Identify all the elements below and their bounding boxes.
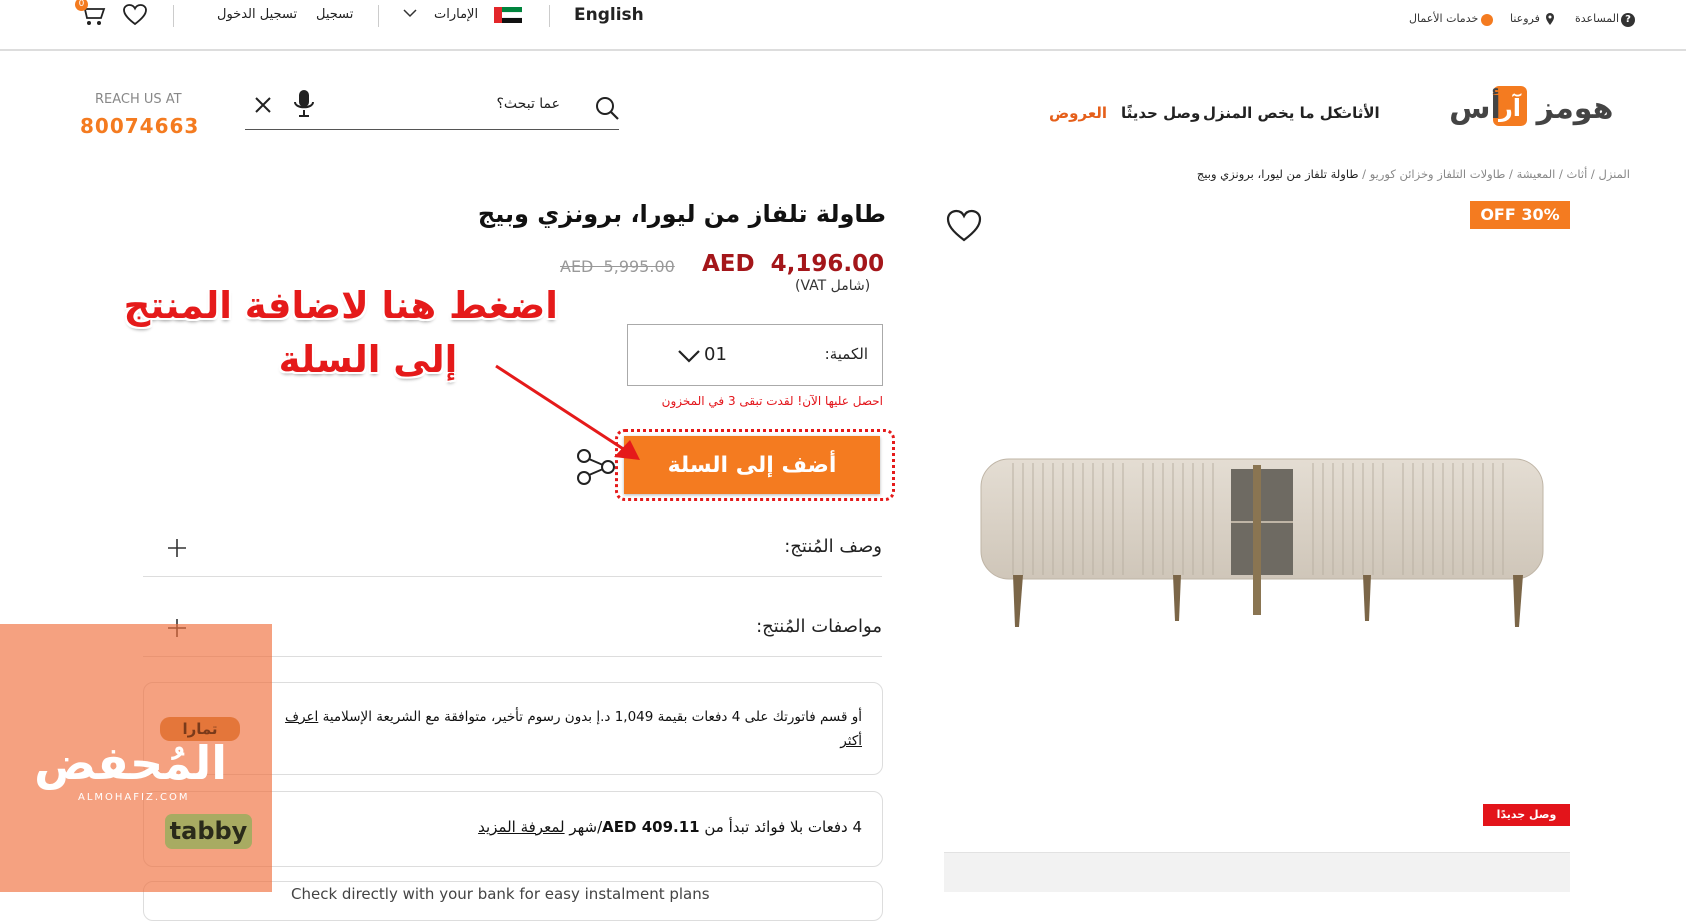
homes-r-us-logo[interactable]: آر أس هومز (1415, 80, 1619, 130)
vat-note: (VAT شامل) (795, 278, 871, 294)
product-title: طاولة تلفاز من ليورا، برونزي وبيج (477, 200, 886, 228)
annotation-text-line1: اضغط هنا لاضافة المنتج (123, 284, 558, 327)
svg-text:آر: آر (1498, 93, 1522, 122)
annotation-text-line2: إلى السلة (278, 338, 458, 381)
language-switch[interactable]: English (574, 5, 644, 25)
discount-badge: OFF 30% (1470, 201, 1570, 229)
login-link[interactable]: تسجيل الدخول (217, 7, 297, 22)
quantity-selector[interactable]: الكمية: 01 (627, 324, 883, 386)
tabby-logo-text: tabby (169, 817, 248, 845)
tabby-learn-more-link[interactable]: لمعرفة المزيد (478, 818, 564, 836)
business-services-link[interactable]: خدمات الأعمال (1409, 12, 1478, 25)
country-selector[interactable]: الإمارات (434, 7, 478, 22)
nav-new-arrivals[interactable]: وصل حديثًا (1121, 104, 1200, 122)
reach-us-label: REACH US AT (95, 92, 182, 107)
register-link[interactable]: تسجيل (316, 7, 353, 22)
clear-search-icon[interactable] (254, 96, 272, 114)
tabby-amount: AED 409.11 (602, 818, 700, 836)
watermark-overlay: تمارا المُحفض ALMOHAFIZ.COM tabby (0, 624, 272, 892)
business-icon (1481, 14, 1493, 26)
wishlist-heart-icon[interactable] (945, 209, 983, 243)
specs-label: مواصفات المُنتج: (756, 616, 882, 637)
search-icon[interactable] (594, 95, 620, 121)
svg-text:أس: أس (1449, 88, 1501, 126)
location-pin-icon (1545, 12, 1555, 26)
product-old-price: AED 5,995.00 (560, 257, 675, 276)
breadcrumb: المنزل / أثاث / المعيشة / طاولات التلفاز… (1196, 167, 1630, 181)
tabby-installment-text: 4 دفعات بلا فوائد تبدأ من (704, 818, 862, 836)
breadcrumb-furniture[interactable]: أثاث (1567, 167, 1588, 181)
nav-offers[interactable]: العروض (1049, 104, 1107, 122)
stock-message: احصل عليها الآن! لقدت تبقى 3 في المخزون (661, 394, 883, 408)
thumbnail-strip[interactable] (944, 852, 1570, 892)
breadcrumb-current: طاولة تلفاز من ليورا، برونزي وبيج (1196, 167, 1359, 181)
product-image-tv-unit[interactable] (973, 455, 1573, 635)
quantity-label: الكمية: (824, 345, 868, 363)
search-input[interactable]: عما تبحث؟ (460, 96, 561, 112)
quantity-value[interactable]: 01 (704, 344, 727, 365)
add-to-cart-label: أضف إلى السلة (667, 452, 837, 478)
svg-text:هومز: هومز (1535, 91, 1614, 126)
wishlist-heart-icon[interactable] (122, 3, 148, 27)
nav-furniture[interactable]: الأثاث (1337, 104, 1380, 122)
tabby-logo: tabby (165, 814, 252, 849)
microphone-icon[interactable] (292, 89, 316, 119)
watermark-url: ALMOHAFIZ.COM (78, 792, 190, 803)
divider (143, 576, 882, 577)
help-link[interactable]: المساعدة (1575, 12, 1619, 25)
tamara-installment-text: أو قسم فاتورتك على 4 دفعات بقيمة 1,049 د… (322, 709, 862, 725)
search-underline (245, 129, 619, 130)
nav-home-essentials[interactable]: كل ما يخص المنزل (1203, 104, 1342, 122)
description-label: وصف المُنتج: (784, 536, 882, 557)
watermark-brand-text: المُحفض (34, 736, 227, 790)
breadcrumb-living[interactable]: المعيشة (1517, 167, 1556, 181)
expand-plus-icon[interactable] (167, 538, 187, 558)
product-description-accordion[interactable]: وصف المُنتج: (143, 520, 882, 576)
uae-flag-icon (494, 7, 522, 24)
help-question-icon: ? (1621, 13, 1635, 27)
bank-installment-text: Check directly with your bank for easy i… (291, 885, 710, 903)
branches-link[interactable]: فروعنا (1510, 12, 1540, 25)
country-dropdown-chevron-icon[interactable] (403, 8, 417, 18)
product-price: AED 4,196.00 (702, 251, 885, 277)
top-bar: 0 تسجيل الدخول تسجيل الإمارات English خد… (0, 0, 1686, 51)
breadcrumb-tv-units[interactable]: طاولات التلفاز وخزائن كوريو (1370, 167, 1506, 181)
phone-number[interactable]: 80074663 (80, 114, 199, 138)
new-arrival-badge: وصل جديدًا (1483, 804, 1570, 826)
annotation-arrow (490, 360, 660, 470)
tabby-per-month: /شهر (569, 818, 603, 836)
breadcrumb-home[interactable]: المنزل (1598, 167, 1630, 181)
add-to-cart-button[interactable]: أضف إلى السلة (624, 436, 880, 494)
chevron-down-icon[interactable] (677, 349, 701, 363)
